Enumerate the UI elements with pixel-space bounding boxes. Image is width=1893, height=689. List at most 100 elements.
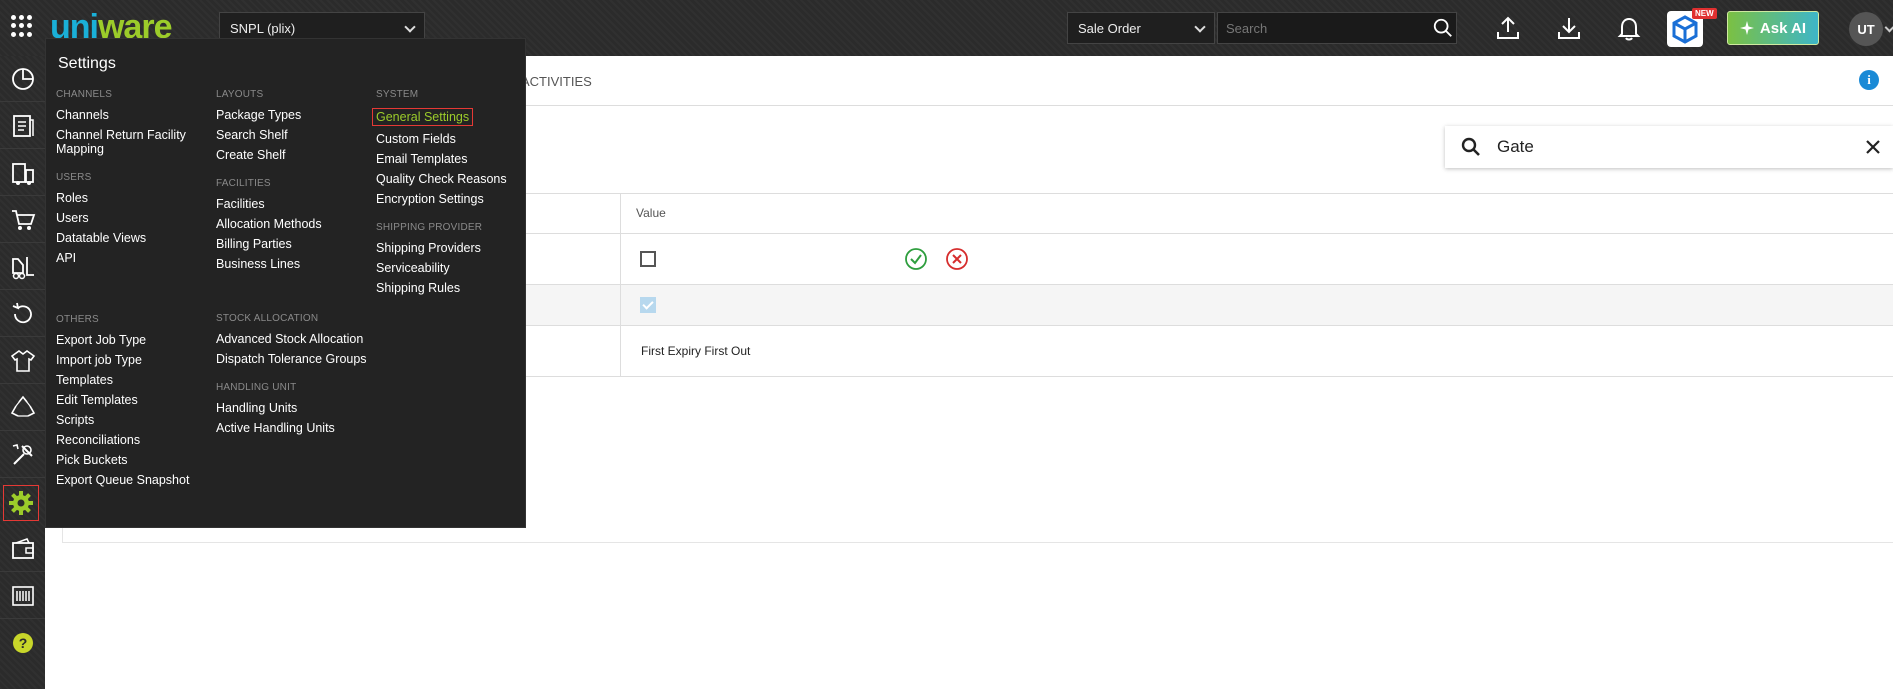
menu-item-facilities[interactable]: Facilities [216,197,366,211]
svg-text:?: ? [18,635,27,651]
menu-item-reconciliations[interactable]: Reconciliations [56,433,206,447]
menu-heading: CHANNELS [56,89,113,100]
menu-item-create-shelf[interactable]: Create Shelf [216,148,366,162]
recycle-icon [10,395,35,417]
menu-item-export-queue-snapshot[interactable]: Export Queue Snapshot [56,473,206,487]
user-avatar[interactable]: UT [1849,12,1883,46]
apps-grid-icon[interactable] [11,15,33,37]
cart-icon [11,209,35,230]
menu-item-export-job-type[interactable]: Export Job Type [56,333,206,347]
setting-checkbox[interactable] [640,251,656,267]
help-icon: ? [12,633,33,653]
menu-heading: FACILITIES [216,178,271,189]
menu-column-1: CHANNELS Channels Channel Return Facilit… [56,89,206,493]
nav-products[interactable] [0,338,45,384]
products-icon [10,349,35,372]
nav-tools[interactable] [0,432,45,478]
menu-item-general-settings[interactable]: General Settings [372,108,474,126]
menu-item-channels[interactable]: Channels [56,108,206,122]
menu-item-templates[interactable]: Templates [56,373,206,387]
menu-item-import-job-type[interactable]: Import job Type [56,353,206,367]
close-icon[interactable] [1863,137,1883,157]
nav-orders[interactable] [0,103,45,149]
barcode-icon [11,585,34,606]
menu-item-roles[interactable]: Roles [56,191,206,205]
ask-ai-label: Ask AI [1759,19,1807,37]
menu-item-active-handling-units[interactable]: Active Handling Units [216,421,366,435]
chevron-down-icon [404,21,416,33]
menu-column-2: LAYOUTS Package Types Search Shelf Creat… [216,89,386,441]
menu-heading: SYSTEM [376,89,419,100]
menu-item-allocation-methods[interactable]: Allocation Methods [216,217,366,231]
dashboard-icon [11,67,34,90]
value-column-header: Value [636,206,666,220]
menu-item-pick-buckets[interactable]: Pick Buckets [56,453,206,467]
menu-item-encryption-settings[interactable]: Encryption Settings [376,192,526,206]
menu-group-facilities: FACILITIES Facilities Allocation Methods… [216,178,386,271]
nav-returns[interactable] [0,291,45,337]
menu-item-datatable-views[interactable]: Datatable Views [56,231,206,245]
wallet-icon [11,537,34,559]
menu-item-quality-check-reasons[interactable]: Quality Check Reasons [376,172,526,186]
menu-column-3: SYSTEM General Settings Custom Fields Em… [372,89,526,301]
menu-heading: LAYOUTS [216,89,264,100]
menu-group-others: OTHERS Export Job Type Import job Type T… [56,314,206,487]
menu-group-users: USERS Roles Users Datatable Views API [56,172,206,265]
menu-item-channel-return-facility-mapping[interactable]: Channel Return Facility Mapping [56,128,206,156]
global-search-input[interactable] [1217,12,1457,44]
returns-icon [12,302,32,323]
menu-item-shipping-providers[interactable]: Shipping Providers [376,241,526,255]
menu-group-stock-allocation: STOCK ALLOCATION Advanced Stock Allocati… [216,313,386,366]
nav-wallet[interactable] [0,526,45,572]
menu-item-users[interactable]: Users [56,211,206,225]
search-type-value: Sale Order [1078,21,1141,36]
nav-reports[interactable] [0,573,45,619]
nav-recycle[interactable] [0,385,45,431]
settings-filter [1445,126,1893,168]
menu-item-email-templates[interactable]: Email Templates [376,152,526,166]
info-icon[interactable]: i [1859,70,1879,90]
menu-item-dispatch-tolerance-groups[interactable]: Dispatch Tolerance Groups [216,352,386,366]
menu-group-system: SYSTEM General Settings Custom Fields Em… [372,89,526,206]
menu-item-search-shelf[interactable]: Search Shelf [216,128,366,142]
menu-item-custom-fields[interactable]: Custom Fields [376,132,526,146]
menu-item-business-lines[interactable]: Business Lines [216,257,366,271]
menu-item-scripts[interactable]: Scripts [56,413,206,427]
menu-item-package-types[interactable]: Package Types [216,108,366,122]
ask-ai-button[interactable]: Ask AI [1727,11,1819,45]
search-icon [1461,137,1480,156]
bell-icon[interactable] [1615,14,1643,42]
settings-menu: Settings CHANNELS Channels Channel Retur… [45,38,526,528]
nav-shipping[interactable] [0,150,45,196]
settings-filter-input[interactable] [1497,134,1827,160]
nav-inbound[interactable] [0,244,45,290]
cancel-icon[interactable] [945,247,969,271]
menu-group-layouts: LAYOUTS Package Types Search Shelf Creat… [216,89,386,162]
confirm-icon[interactable] [904,247,928,271]
search-type-select[interactable]: Sale Order [1067,12,1215,44]
menu-heading: HANDLING UNIT [216,382,297,393]
nav-dashboard[interactable] [0,56,45,102]
shipping-icon [11,162,34,185]
menu-item-billing-parties[interactable]: Billing Parties [216,237,366,251]
new-badge: NEW [1692,8,1717,19]
tab-activities[interactable]: ACTIVITIES [521,74,592,89]
left-nav: ? [0,56,45,689]
nav-help[interactable]: ? [0,620,45,666]
menu-heading: STOCK ALLOCATION [216,313,319,324]
menu-item-serviceability[interactable]: Serviceability [376,261,526,275]
download-icon[interactable] [1555,14,1583,42]
search-icon[interactable] [1432,17,1454,39]
chevron-down-icon[interactable] [1884,22,1893,33]
menu-item-handling-units[interactable]: Handling Units [216,401,366,415]
chevron-down-icon [1194,21,1206,33]
menu-heading: OTHERS [56,314,99,325]
nav-settings[interactable] [3,485,39,521]
menu-item-api[interactable]: API [56,251,206,265]
menu-item-shipping-rules[interactable]: Shipping Rules [376,281,526,295]
nav-cart[interactable] [0,197,45,243]
settings-menu-title: Settings [58,55,116,72]
menu-item-edit-templates[interactable]: Edit Templates [56,393,206,407]
menu-item-advanced-stock-allocation[interactable]: Advanced Stock Allocation [216,332,386,346]
upload-icon[interactable] [1494,14,1522,42]
